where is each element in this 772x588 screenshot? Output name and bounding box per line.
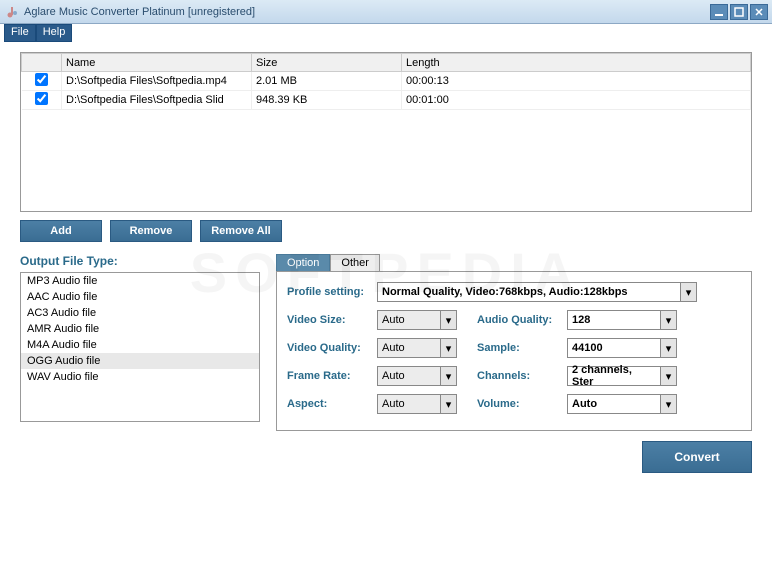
tab-other[interactable]: Other [330,254,380,271]
file-list[interactable]: Name Size Length D:\Softpedia Files\Soft… [20,52,752,212]
audio-quality-select[interactable]: 128▾ [567,310,677,330]
video-size-label: Video Size: [287,314,377,326]
sample-select[interactable]: 44100▾ [567,338,677,358]
output-type-label: Output File Type: [20,254,260,268]
aspect-label: Aspect: [287,398,377,410]
profile-label: Profile setting: [287,286,377,298]
list-item[interactable]: OGG Audio file [21,353,259,369]
remove-button[interactable]: Remove [110,220,192,242]
window-title: Aglare Music Converter Platinum [unregis… [24,6,710,18]
frame-rate-select[interactable]: Auto▾ [377,366,457,386]
output-type-list[interactable]: MP3 Audio fileAAC Audio fileAC3 Audio fi… [20,272,260,422]
audio-quality-label: Audio Quality: [477,314,567,326]
chevron-down-icon: ▾ [660,339,676,357]
list-item[interactable]: AC3 Audio file [21,305,259,321]
maximize-button[interactable] [730,4,748,20]
option-panel: Profile setting: Normal Quality, Video:7… [276,271,752,431]
row-name: D:\Softpedia Files\Softpedia Slid [62,91,252,110]
col-length[interactable]: Length [402,54,751,72]
aspect-select[interactable]: Auto▾ [377,394,457,414]
list-item[interactable]: WAV Audio file [21,369,259,385]
row-size: 948.39 KB [252,91,402,110]
list-item[interactable]: M4A Audio file [21,337,259,353]
sample-label: Sample: [477,342,567,354]
row-checkbox[interactable] [35,73,48,86]
chevron-down-icon: ▾ [440,367,456,385]
row-checkbox[interactable] [35,92,48,105]
close-button[interactable] [750,4,768,20]
convert-button[interactable]: Convert [642,441,752,473]
channels-label: Channels: [477,370,567,382]
tab-option[interactable]: Option [276,254,330,271]
frame-rate-label: Frame Rate: [287,370,377,382]
table-row[interactable]: D:\Softpedia Files\Softpedia Slid948.39 … [22,91,751,110]
chevron-down-icon: ▾ [660,311,676,329]
menubar: File Help [0,24,772,42]
channels-select[interactable]: 2 channels, Ster▾ [567,366,677,386]
chevron-down-icon: ▾ [440,311,456,329]
chevron-down-icon: ▾ [660,395,676,413]
video-size-select[interactable]: Auto▾ [377,310,457,330]
menu-file[interactable]: File [4,24,36,42]
video-quality-label: Video Quality: [287,342,377,354]
minimize-button[interactable] [710,4,728,20]
chevron-down-icon: ▾ [660,367,676,385]
add-button[interactable]: Add [20,220,102,242]
menu-help[interactable]: Help [36,24,73,42]
col-check[interactable] [22,54,62,72]
volume-label: Volume: [477,398,567,410]
col-size[interactable]: Size [252,54,402,72]
list-item[interactable]: AAC Audio file [21,289,259,305]
row-name: D:\Softpedia Files\Softpedia.mp4 [62,72,252,91]
app-icon [4,4,20,20]
col-name[interactable]: Name [62,54,252,72]
profile-select[interactable]: Normal Quality, Video:768kbps, Audio:128… [377,282,697,302]
row-size: 2.01 MB [252,72,402,91]
profile-value: Normal Quality, Video:768kbps, Audio:128… [378,286,680,298]
table-row[interactable]: D:\Softpedia Files\Softpedia.mp42.01 MB0… [22,72,751,91]
volume-select[interactable]: Auto▾ [567,394,677,414]
chevron-down-icon: ▾ [440,395,456,413]
row-length: 00:01:00 [402,91,751,110]
row-length: 00:00:13 [402,72,751,91]
list-item[interactable]: MP3 Audio file [21,273,259,289]
list-item[interactable]: AMR Audio file [21,321,259,337]
removeall-button[interactable]: Remove All [200,220,282,242]
titlebar: Aglare Music Converter Platinum [unregis… [0,0,772,24]
chevron-down-icon: ▾ [440,339,456,357]
video-quality-select[interactable]: Auto▾ [377,338,457,358]
chevron-down-icon: ▾ [680,283,696,301]
